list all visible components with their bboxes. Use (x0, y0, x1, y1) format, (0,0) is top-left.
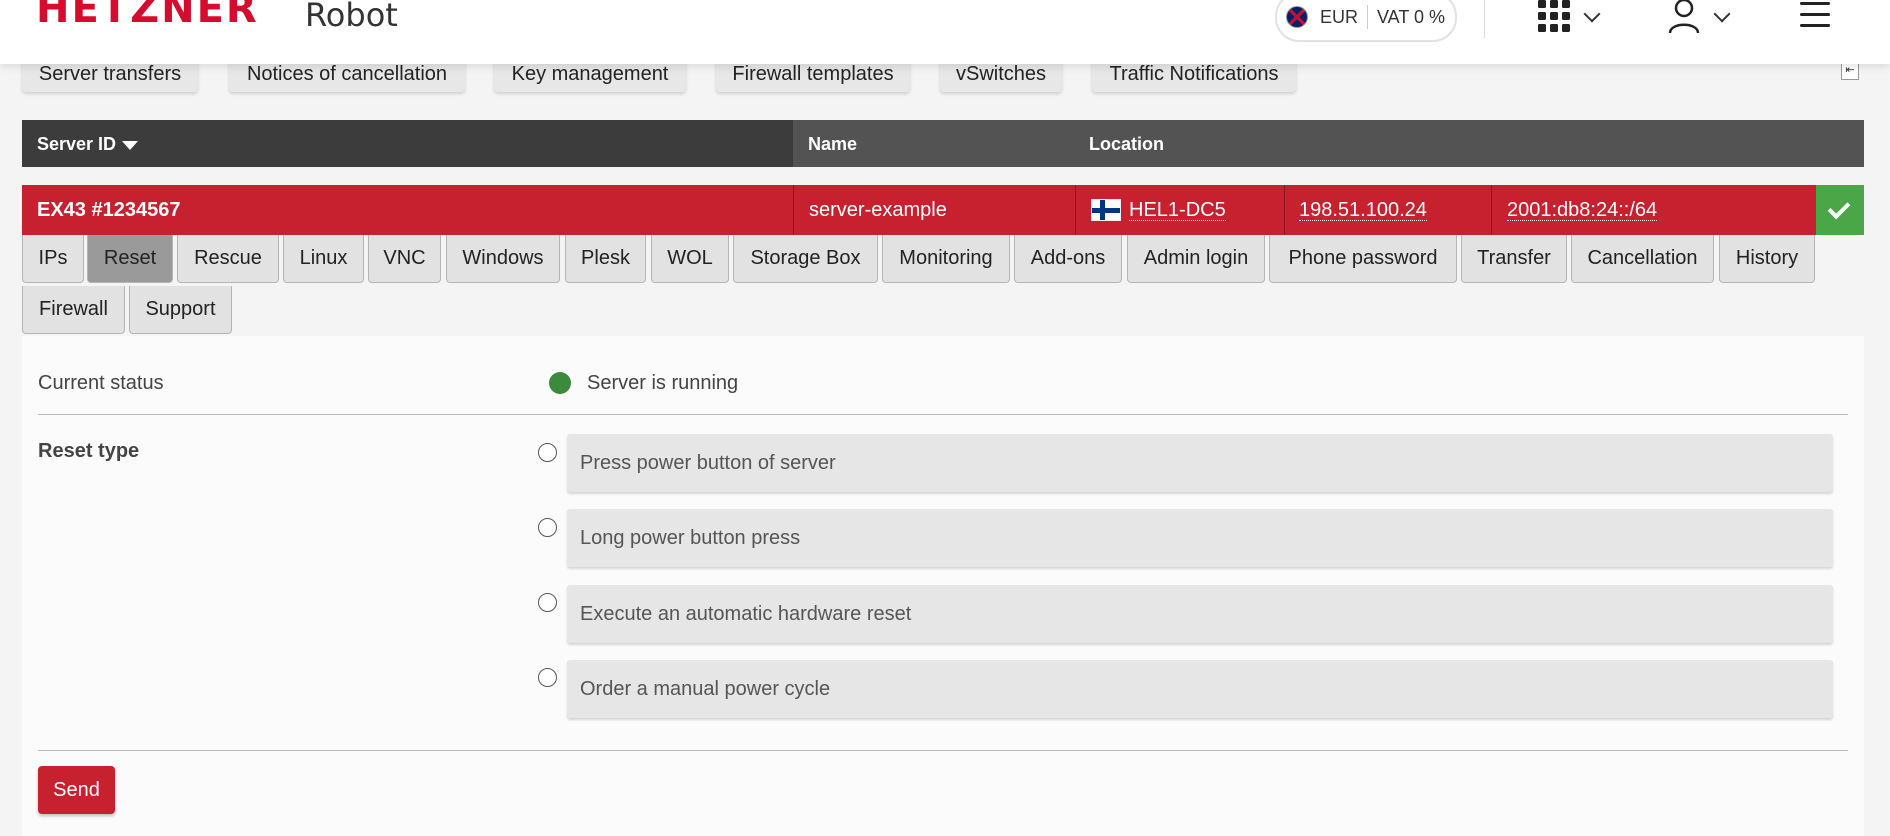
tab-ips[interactable]: IPs (22, 235, 84, 283)
server-row[interactable]: EX43 #1234567 server-example HEL1-DC5 19… (22, 185, 1864, 235)
grid-apps-icon (1538, 0, 1570, 32)
tab-reset[interactable]: Reset (87, 235, 173, 283)
server-ipv6-cell: 2001:db8:24::/64 (1491, 185, 1838, 235)
hetzner-logo[interactable]: HETZNER (36, 0, 259, 32)
uk-flag-icon (1286, 6, 1308, 28)
current-status-label: Current status (38, 372, 164, 394)
tab-phone-password[interactable]: Phone password (1269, 235, 1457, 283)
collapse-icon[interactable]: ⇤ (1841, 62, 1859, 80)
user-icon (1668, 0, 1700, 34)
tab-support[interactable]: Support (129, 286, 232, 334)
reset-option-long-power-press[interactable]: Long power button press (567, 509, 1833, 567)
reset-option-manual-power-cycle[interactable]: Order a manual power cycle (567, 660, 1833, 718)
tab-storage-box[interactable]: Storage Box (733, 235, 878, 283)
tab-linux[interactable]: Linux (283, 235, 364, 283)
user-menu-button[interactable] (1668, 0, 1731, 39)
top-header: HETZNER Robot EUR VAT 0 % (0, 0, 1890, 64)
reset-option-power-button[interactable]: Press power button of server (567, 434, 1833, 492)
tab-cancellation[interactable]: Cancellation (1571, 235, 1714, 283)
menu-line (1800, 2, 1830, 5)
current-status-value: Server is running (587, 372, 739, 394)
tab-rescue[interactable]: Rescue (177, 235, 279, 283)
column-name[interactable]: Name (808, 134, 857, 155)
server-name-cell[interactable]: server-example (793, 185, 1075, 235)
column-location[interactable]: Location (1089, 134, 1164, 155)
chevron-down-icon (1583, 5, 1601, 23)
product-name: Robot (305, 0, 398, 34)
sort-desc-icon (122, 140, 139, 150)
menu-line (1800, 24, 1830, 27)
server-location[interactable]: HEL1-DC5 (1129, 200, 1226, 221)
currency-separator (1367, 5, 1369, 29)
reset-option-radio-3[interactable] (538, 593, 557, 612)
apps-menu-button[interactable] (1538, 0, 1601, 37)
server-ipv6[interactable]: 2001:db8:24::/64 (1507, 200, 1658, 221)
finland-flag-icon (1091, 199, 1121, 221)
tab-plesk[interactable]: Plesk (565, 235, 646, 283)
reset-option-radio-4[interactable] (538, 668, 557, 687)
menu-line (1800, 13, 1830, 16)
currency-label: EUR (1320, 6, 1359, 27)
column-server-id[interactable]: Server ID (37, 134, 139, 155)
reset-option-radio-2[interactable] (538, 518, 557, 537)
tab-firewall[interactable]: Firewall (22, 286, 125, 334)
tab-monitoring[interactable]: Monitoring (882, 235, 1010, 283)
server-ipv4-cell: 198.51.100.24 (1284, 185, 1491, 235)
server-name[interactable]: server-example (809, 199, 947, 222)
server-ipv4[interactable]: 198.51.100.24 (1299, 200, 1427, 221)
tab-admin-login[interactable]: Admin login (1127, 235, 1265, 283)
header-divider (1484, 0, 1485, 38)
tab-history[interactable]: History (1719, 235, 1815, 283)
send-button[interactable]: Send (38, 766, 115, 814)
checkmark-icon (1816, 185, 1864, 235)
reset-option-hardware-reset[interactable]: Execute an automatic hardware reset (567, 585, 1833, 643)
divider (38, 750, 1848, 751)
currency-selector[interactable]: EUR VAT 0 % (1275, 0, 1457, 42)
chevron-down-icon (1713, 5, 1731, 23)
divider (38, 414, 1848, 415)
hamburger-menu-icon[interactable] (1800, 2, 1830, 35)
reset-option-radio-1[interactable] (538, 443, 557, 462)
tab-add-ons[interactable]: Add-ons (1014, 235, 1122, 283)
server-location-cell: HEL1-DC5 (1075, 185, 1284, 235)
tab-vnc[interactable]: VNC (368, 235, 441, 283)
tab-transfer[interactable]: Transfer (1461, 235, 1567, 283)
vat-label: VAT 0 % (1377, 6, 1446, 27)
reset-type-label: Reset type (38, 440, 140, 462)
tab-windows[interactable]: Windows (446, 235, 560, 283)
server-id-cell: EX43 #1234567 (37, 198, 181, 221)
column-server-id-label: Server ID (37, 134, 117, 154)
tab-wol[interactable]: WOL (651, 235, 729, 283)
server-table-header: Server ID Name Location (22, 120, 1864, 167)
status-indicator-icon (549, 372, 571, 394)
